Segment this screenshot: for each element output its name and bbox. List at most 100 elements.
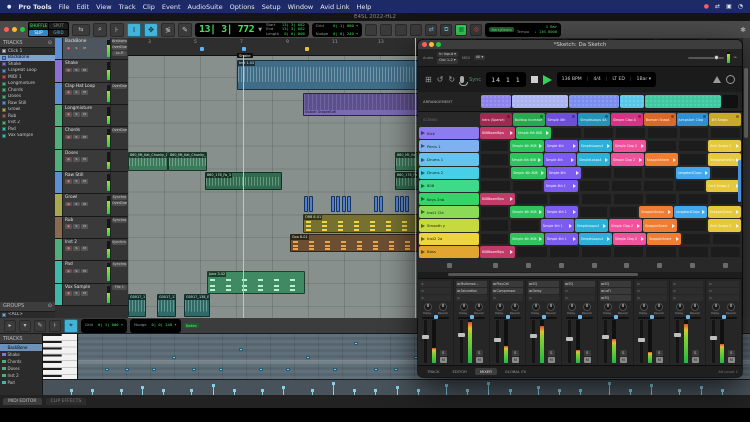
loop-cell[interactable]: Simple 4th 1: [544, 180, 579, 192]
velocity-stem[interactable]: [722, 390, 723, 396]
scene-header[interactable]: Intro (Sparse): [480, 113, 512, 126]
master-volume-slider[interactable]: [688, 57, 724, 59]
clip[interactable]: 860_Mt_Kat_Chunky_Dist-02: [168, 152, 207, 171]
loop-cell-empty[interactable]: [516, 193, 547, 205]
loop-cell-empty[interactable]: [645, 246, 676, 258]
loop-cell[interactable]: SnappValveGro: [708, 153, 741, 165]
plugin-slot[interactable]: Saturation: [456, 288, 487, 294]
insert-chip[interactable]: Synchro 1: [112, 240, 127, 245]
record-enable-button[interactable]: ●: [65, 46, 72, 51]
delay-knob[interactable]: [640, 303, 648, 311]
clip[interactable]: G0017_138_E_Ju: [184, 294, 210, 317]
ruler-marker-1[interactable]: [242, 47, 246, 51]
menu-item-file[interactable]: File: [59, 3, 70, 11]
pan-slider[interactable]: [458, 317, 485, 319]
insert-chip[interactable]: OverDue: [112, 45, 127, 50]
solo-button[interactable]: S: [73, 202, 80, 207]
loop-cell[interactable]: SimpleLoops4: [577, 153, 610, 165]
scene-header[interactable]: Buildup Increase: [513, 113, 545, 126]
volume-knob[interactable]: [714, 55, 719, 60]
loop-cell[interactable]: Simple 4th: [545, 140, 578, 152]
zoom-toggle-button[interactable]: ⇆: [72, 24, 90, 36]
audio-output-select[interactable]: Out 1-2 ▾: [437, 58, 458, 64]
loop-cell-empty[interactable]: [645, 193, 676, 205]
velocity-stem[interactable]: [92, 390, 93, 396]
solo-button[interactable]: S: [73, 112, 80, 117]
velocity-stem[interactable]: [283, 387, 284, 396]
reverb-knob[interactable]: [691, 303, 699, 311]
loop-cell-empty[interactable]: [710, 127, 741, 139]
loop-cell-empty[interactable]: [710, 246, 741, 258]
velocity-stem[interactable]: [701, 387, 702, 396]
midi-note[interactable]: [219, 368, 223, 371]
loop-cell[interactable]: Simple Clap 2: [613, 140, 646, 152]
record-enable-button[interactable]: ●: [65, 291, 72, 296]
record-enable-button[interactable]: ●: [65, 112, 72, 117]
loop-cell-empty[interactable]: [613, 246, 644, 258]
velocity-stem[interactable]: [679, 390, 680, 396]
loop-cell-empty[interactable]: [679, 153, 708, 165]
loop-cell[interactable]: Simple 4th 808: [510, 233, 543, 245]
loop-cell[interactable]: JumpstartClaps: [676, 167, 710, 179]
velocity-stem[interactable]: [333, 383, 334, 395]
plugin-slot-empty[interactable]: [708, 288, 739, 294]
loop-cell[interactable]: Simple 4th 1: [541, 219, 574, 231]
stop-button[interactable]: [531, 76, 538, 83]
ll-tab-editor[interactable]: EDITOR: [447, 368, 471, 375]
reverb-knob[interactable]: [727, 303, 735, 311]
trim-tool[interactable]: ⊦: [110, 23, 124, 37]
loop-cell[interactable]: Simple 4th 808: [510, 140, 543, 152]
ll-row-label-drums-1[interactable]: Drums 1: [419, 153, 479, 165]
loop-cell-empty[interactable]: [613, 193, 644, 205]
track-header-vox-sample[interactable]: Vox Sample●SMFile 1: [55, 284, 128, 306]
loop-cell-empty[interactable]: [582, 167, 612, 179]
minimize-button[interactable]: [12, 27, 17, 32]
plugin-slot-empty[interactable]: [672, 281, 703, 287]
target-button[interactable]: ◎: [470, 24, 482, 36]
ll-horizontal-scrollbar[interactable]: [418, 272, 742, 278]
menu-item-avid-link[interactable]: Avid Link: [320, 3, 349, 11]
delay-knob[interactable]: [604, 303, 612, 311]
plugin-slot[interactable]: PlayCell: [492, 281, 523, 287]
loop-cell[interactable]: 808BoomBips: [480, 127, 515, 139]
loop-cell-empty[interactable]: [579, 180, 610, 192]
midi-tool-1[interactable]: ▾: [19, 320, 31, 332]
loop-cell-empty[interactable]: [643, 180, 674, 192]
velocity-stem[interactable]: [538, 387, 539, 396]
close-button[interactable]: [4, 27, 9, 32]
midi-lcd-value[interactable]: 0| 1| 000 ▾: [98, 323, 123, 327]
record-enable-button[interactable]: ●: [65, 157, 72, 162]
velocity-stem[interactable]: [630, 390, 631, 396]
strip-mute-button[interactable]: M: [440, 357, 447, 363]
ll-titlebar[interactable]: *Sketch: Da Sketch: [418, 40, 742, 49]
plugin-slot-empty[interactable]: [456, 295, 487, 301]
arrangement-section-0[interactable]: [481, 95, 511, 108]
loop-cell[interactable]: JumpstartClaps: [674, 206, 707, 218]
plugin-slot-empty[interactable]: [636, 288, 667, 294]
loop-cell[interactable]: Simple 4th 1: [545, 206, 578, 218]
midi-note[interactable]: [374, 368, 378, 371]
volume-fader[interactable]: [460, 320, 463, 363]
loop-cell[interactable]: Simple 4th 808: [510, 206, 543, 218]
arrangement-section-2[interactable]: [569, 95, 619, 108]
midi-track-item[interactable]: Chords: [0, 358, 42, 365]
velocity-stem[interactable]: [71, 390, 72, 396]
midi-mini-clip[interactable]: [336, 196, 340, 212]
midi-grid-tool[interactable]: ⌖: [64, 319, 78, 333]
plugin-slot-empty[interactable]: [708, 295, 739, 301]
insert-chip[interactable]: Synchro: [112, 262, 127, 267]
ll-row-label-keys-2nb[interactable]: Keys 2nb: [419, 193, 479, 205]
loop-cell[interactable]: 808BoomBips: [480, 246, 515, 258]
record-enable-button[interactable]: ●: [65, 68, 72, 73]
ll-row-label-inst2-2a[interactable]: Inst2 2a: [419, 233, 479, 245]
display-icon[interactable]: ▣: [726, 3, 732, 10]
midi-lcd-value[interactable]: 0| 0| 240 ▾: [152, 323, 177, 327]
grid-nudge-display[interactable]: Grid0| 1| 000 ▾Nudge0| 0| 240 ▾: [312, 23, 363, 37]
ll-row-label-bass[interactable]: Bass: [419, 246, 479, 258]
loop-cell-empty[interactable]: [549, 193, 580, 205]
mirrored-edit-button[interactable]: ⇄: [425, 24, 437, 36]
menu-app-name[interactable]: Pro Tools: [18, 3, 51, 11]
session-chip[interactable]: Bars|Beats: [489, 27, 513, 32]
velocity-stem[interactable]: [163, 390, 164, 396]
pan-slider[interactable]: [566, 317, 593, 319]
